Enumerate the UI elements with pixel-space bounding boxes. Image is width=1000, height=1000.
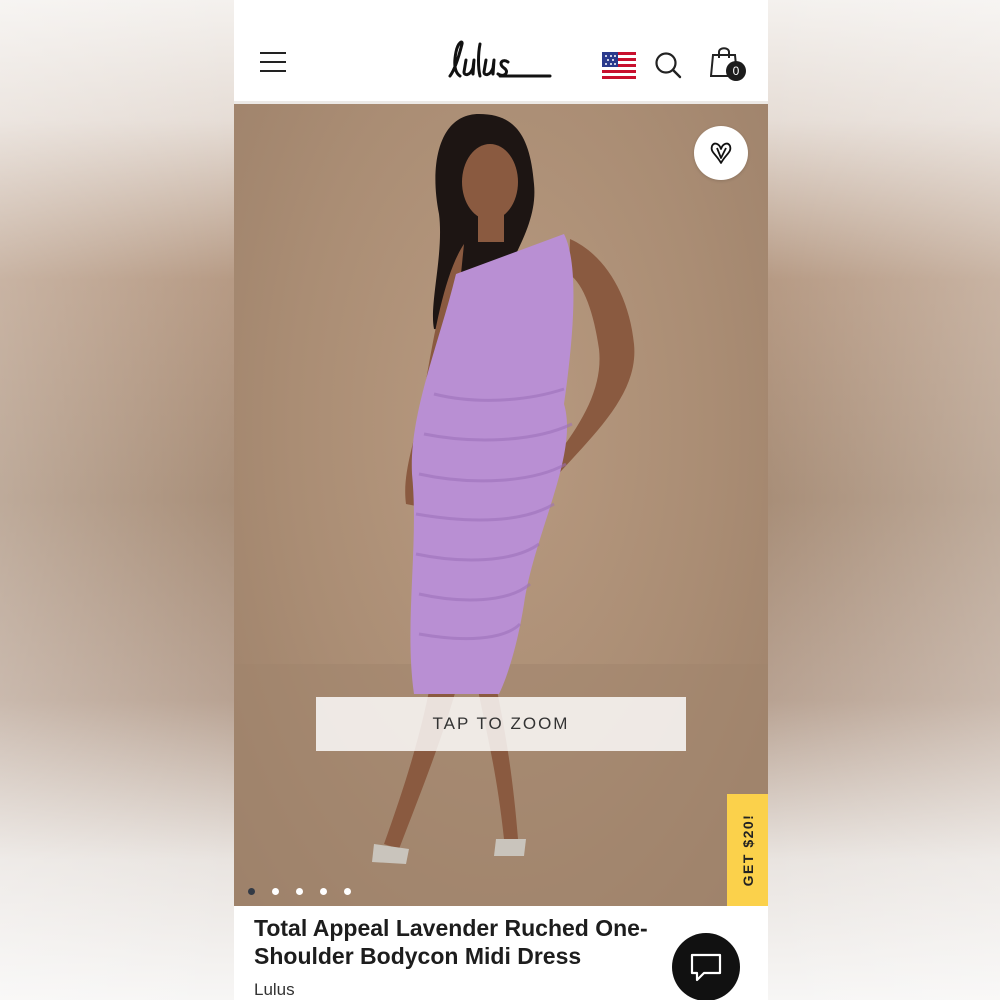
gallery-dot[interactable] bbox=[296, 888, 303, 895]
product-image-gallery[interactable]: TAP TO ZOOM GET $20! bbox=[234, 104, 768, 906]
product-photo bbox=[234, 114, 768, 906]
hamburger-menu-icon[interactable] bbox=[260, 52, 288, 74]
gallery-dot[interactable] bbox=[320, 888, 327, 895]
chat-button[interactable] bbox=[672, 933, 740, 1000]
search-icon[interactable] bbox=[653, 50, 683, 80]
promo-label: GET $20! bbox=[739, 813, 756, 887]
product-title: Total Appeal Lavender Ruched One-Shoulde… bbox=[254, 915, 648, 969]
favorite-heart-icon[interactable] bbox=[694, 126, 748, 180]
blurred-background-left bbox=[0, 0, 234, 1000]
cart-count-badge: 0 bbox=[726, 61, 746, 81]
site-header: 0 bbox=[234, 0, 768, 104]
phone-screen: 0 TAP TO ZOOM GET $20! Total Appeal Lave… bbox=[234, 0, 768, 1000]
chat-bubble-icon bbox=[690, 953, 722, 982]
product-brand[interactable]: Lulus bbox=[254, 980, 295, 1000]
gallery-pagination-dots bbox=[248, 882, 368, 895]
us-flag-icon[interactable] bbox=[602, 52, 636, 80]
blurred-background-right bbox=[768, 0, 1000, 1000]
get-20-promo-tab[interactable]: GET $20! bbox=[727, 794, 768, 906]
gallery-dot[interactable] bbox=[248, 888, 255, 895]
gallery-dot[interactable] bbox=[272, 888, 279, 895]
gallery-dot[interactable] bbox=[344, 888, 351, 895]
lulus-logo[interactable] bbox=[446, 38, 558, 84]
tap-to-zoom-button[interactable]: TAP TO ZOOM bbox=[316, 697, 686, 751]
